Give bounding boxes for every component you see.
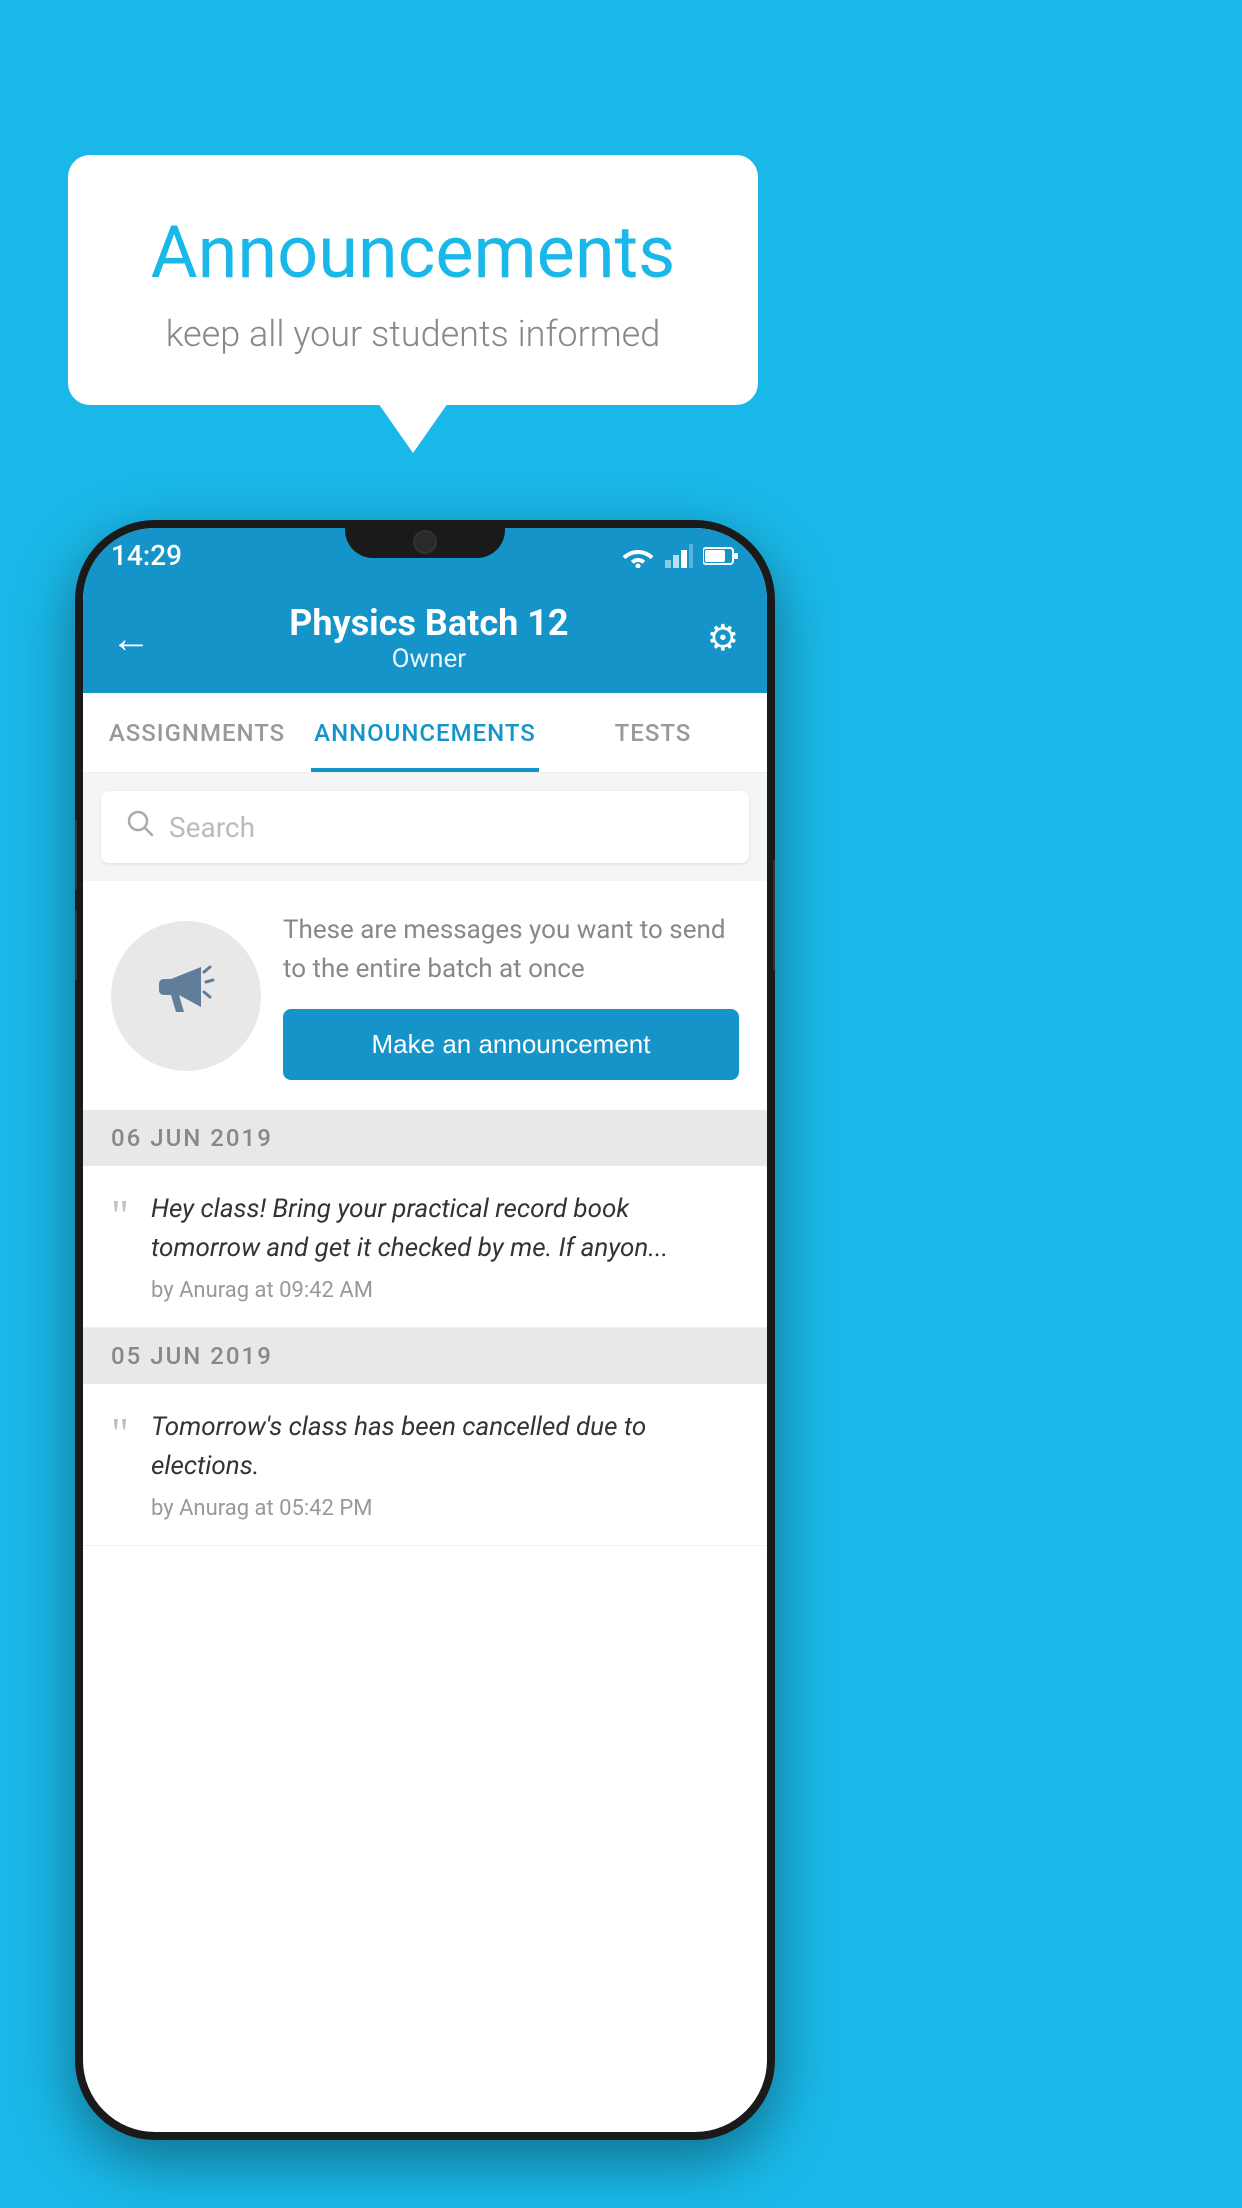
announcement-content-1: Hey class! Bring your practical record b…	[151, 1190, 739, 1303]
announcement-content-2: Tomorrow's class has been cancelled due …	[151, 1408, 739, 1521]
tab-announcements[interactable]: ANNOUNCEMENTS	[311, 693, 539, 772]
promo-right: These are messages you want to send to t…	[283, 911, 739, 1080]
announcement-meta-2: by Anurag at 05:42 PM	[151, 1496, 739, 1521]
announcement-item-2[interactable]: " Tomorrow's class has been cancelled du…	[83, 1384, 767, 1546]
status-icons	[621, 544, 739, 568]
date-separator-2: 05 JUN 2019	[83, 1328, 767, 1384]
back-button[interactable]: ←	[111, 615, 151, 662]
battery-icon	[703, 546, 739, 566]
status-time: 14:29	[111, 539, 182, 572]
volume-down-button[interactable]	[75, 910, 77, 980]
search-icon	[125, 808, 155, 846]
date-separator-1: 06 JUN 2019	[83, 1110, 767, 1166]
signal-icon	[665, 544, 693, 568]
promo-icon-circle	[111, 921, 261, 1071]
promo-description: These are messages you want to send to t…	[283, 911, 739, 989]
wifi-icon	[621, 544, 655, 568]
front-camera	[413, 530, 437, 554]
speech-bubble: Announcements keep all your students inf…	[68, 155, 758, 405]
nav-bar: ← Physics Batch 12 Owner ⚙	[83, 583, 767, 693]
speech-bubble-title: Announcements	[108, 210, 718, 295]
tab-tests[interactable]: TESTS	[539, 693, 767, 772]
phone-notch	[345, 520, 505, 558]
announcement-item-1[interactable]: " Hey class! Bring your practical record…	[83, 1166, 767, 1328]
announcement-icon	[146, 947, 226, 1045]
tab-assignments[interactable]: ASSIGNMENTS	[83, 693, 311, 772]
announcement-text-1: Hey class! Bring your practical record b…	[151, 1190, 739, 1268]
volume-up-button[interactable]	[75, 820, 77, 890]
search-bar[interactable]: Search	[101, 791, 749, 863]
nav-title: Physics Batch 12	[289, 602, 568, 644]
speech-bubble-subtitle: keep all your students informed	[108, 313, 718, 355]
content-area: Search	[83, 773, 767, 1546]
quote-icon: "	[111, 1194, 129, 1238]
phone-outer: 14:29	[75, 520, 775, 2140]
settings-icon[interactable]: ⚙	[707, 617, 739, 659]
promo-card: These are messages you want to send to t…	[83, 881, 767, 1110]
phone-screen: 14:29	[83, 528, 767, 2132]
search-placeholder: Search	[169, 811, 255, 844]
announcement-text-2: Tomorrow's class has been cancelled due …	[151, 1408, 739, 1486]
phone-container: 14:29	[75, 520, 775, 2140]
make-announcement-button[interactable]: Make an announcement	[283, 1009, 739, 1080]
quote-icon-2: "	[111, 1412, 129, 1456]
nav-subtitle: Owner	[289, 644, 568, 674]
speech-bubble-container: Announcements keep all your students inf…	[68, 155, 758, 405]
nav-title-container: Physics Batch 12 Owner	[289, 602, 568, 674]
power-button[interactable]	[773, 860, 775, 970]
tabs-bar: ASSIGNMENTS ANNOUNCEMENTS TESTS	[83, 693, 767, 773]
announcement-meta-1: by Anurag at 09:42 AM	[151, 1278, 739, 1303]
